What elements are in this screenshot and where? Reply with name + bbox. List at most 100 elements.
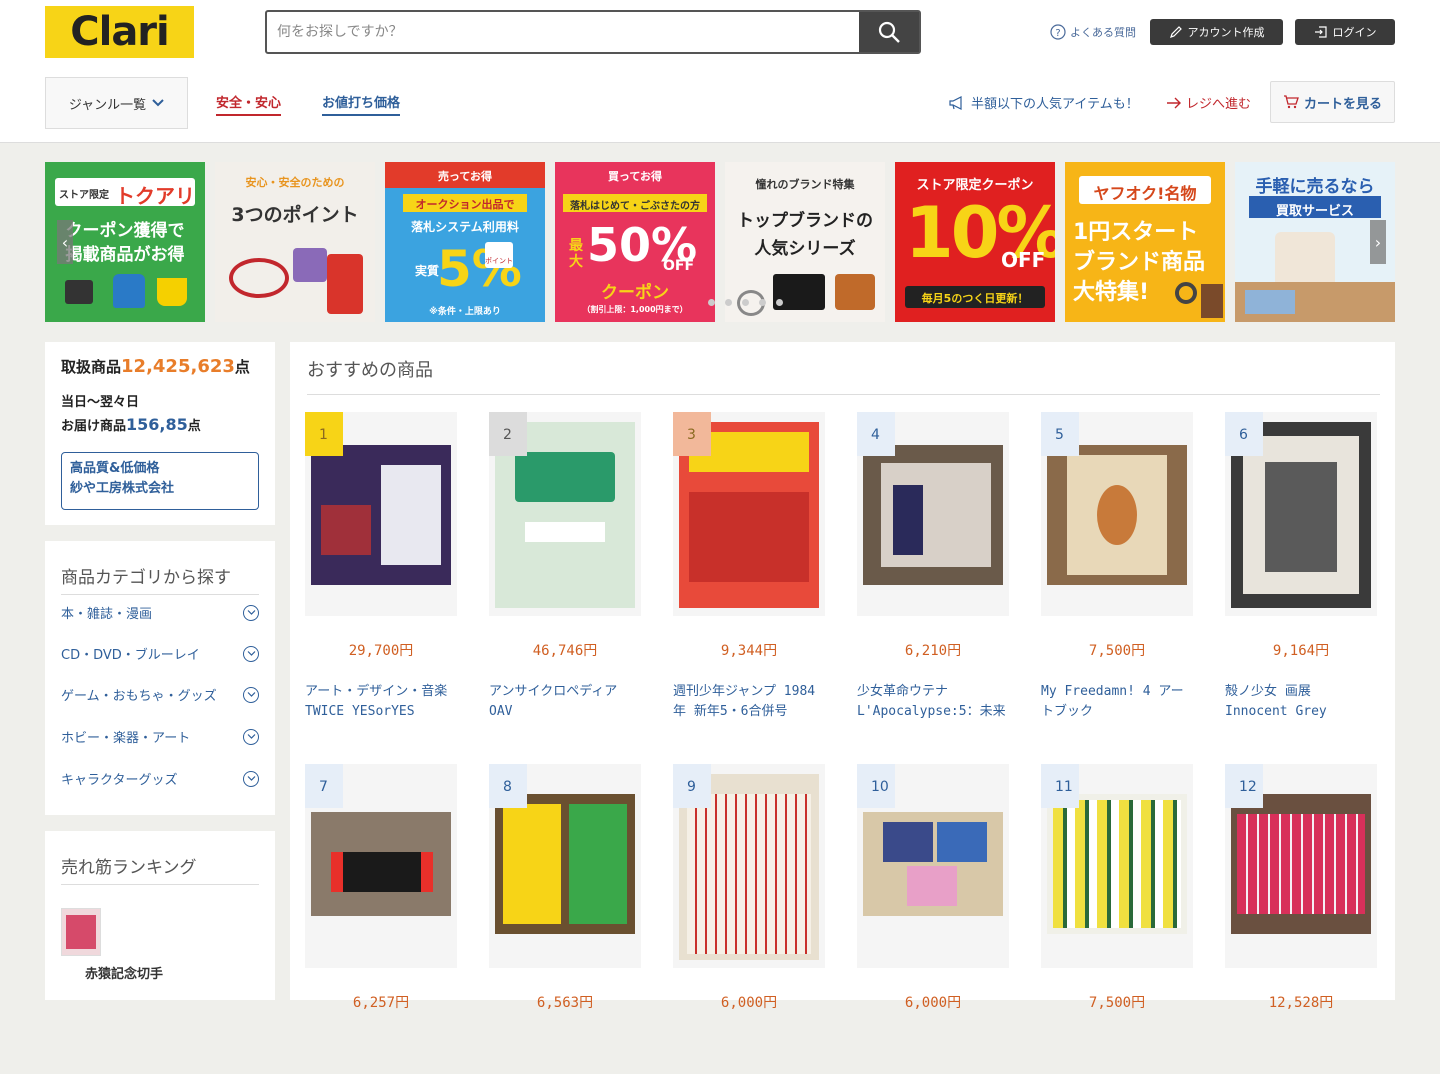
rank-badge: 6 <box>1225 412 1263 456</box>
pencil-icon <box>1169 26 1182 38</box>
product-name[interactable] <box>305 1034 457 1074</box>
chevron-left-icon: ‹ <box>61 232 69 252</box>
search-bar <box>265 10 921 54</box>
product-price: 6,257円 <box>352 995 410 1011</box>
carousel-dot[interactable] <box>708 299 715 306</box>
product-name[interactable]: 少女革命ウテナ L'Apocalypse:5：未来 <box>857 682 1009 722</box>
product-price: 12,528円 <box>1268 995 1334 1011</box>
faq-link[interactable]: ? よくある質問 <box>1050 22 1136 42</box>
category-label: キャラクターグッズ <box>61 773 178 788</box>
rank-badge: 12 <box>1225 764 1263 808</box>
banner-text: オークション出品で <box>415 198 515 211</box>
category-item-character[interactable]: キャラクターグッズ <box>61 769 259 788</box>
product-name[interactable]: My Freedamn! 4 アートブック <box>1041 682 1193 722</box>
banner-text: ヤフオク!名物 <box>1093 184 1197 203</box>
category-box: 商品カテゴリから探す 本・雑誌・漫画 CD・DVD・ブルーレイ ゲーム・おもちゃ… <box>45 541 275 815</box>
ranking-box: 売れ筋ランキング 赤猿記念切手 <box>45 831 275 1000</box>
category-item-games[interactable]: ゲーム・おもちゃ・グッズ <box>61 685 259 704</box>
svg-text:?: ? <box>1055 28 1060 39</box>
product-name[interactable] <box>857 1034 1009 1074</box>
carousel-dot[interactable] <box>742 299 749 306</box>
banner-coupon[interactable]: ストア限定クーポン 10% OFF 毎月5のつく日更新！ <box>895 162 1055 322</box>
banner-text: ブランド商品 <box>1073 250 1206 275</box>
banner-buy[interactable]: 買ってお得 落札はじめて・ごぶさたの方 最大 50% OFF クーポン （割引上… <box>555 162 715 322</box>
banner-yahoo[interactable]: ヤフオク!名物 1円スタート ブランド商品 大特集! <box>1065 162 1225 322</box>
clari-logo[interactable]: Clari <box>45 6 194 58</box>
banner-text: ストア限定 <box>59 190 109 201</box>
category-item-hobby[interactable]: ホビー・楽器・アート <box>61 727 259 746</box>
banner-brand[interactable]: 憧れのブランド特集 トップブランドの 人気シリーズ <box>725 162 885 322</box>
rank-badge: 9 <box>673 764 711 808</box>
product-name[interactable] <box>673 1034 825 1074</box>
rank-badge: 3 <box>673 412 711 456</box>
product-price: 9,164円 <box>1272 643 1330 659</box>
banner-text: 1円スタート <box>1073 220 1199 245</box>
carousel-dot[interactable] <box>725 299 732 306</box>
item-count-value: 12,425,623 <box>121 356 235 377</box>
nav-safe-link[interactable]: 安全・安心 <box>216 92 282 116</box>
category-label: ゲーム・おもちゃ・グッズ <box>61 689 217 704</box>
login-label: ログイン <box>1332 26 1377 39</box>
banner-sell[interactable]: 売ってお得 オークション出品で 落札システム利用料 実質 5% ポイント ※条件… <box>385 162 545 322</box>
category-item-cd-dvd[interactable]: CD・DVD・ブルーレイ <box>61 644 259 663</box>
carousel-dot[interactable] <box>776 299 783 306</box>
delivery-count: 156,85 <box>126 415 188 434</box>
search-input[interactable] <box>267 12 859 52</box>
banner-safety[interactable]: 安心・安全のための 3つのポイント <box>215 162 375 322</box>
product-name[interactable] <box>1041 1034 1193 1074</box>
search-icon <box>878 21 900 43</box>
rank-badge: 5 <box>1041 412 1079 456</box>
category-label: CD・DVD・ブルーレイ <box>61 648 200 663</box>
product-price: 6,000円 <box>904 995 962 1011</box>
banner-text: （割引上限：1,000円まで） <box>582 305 688 314</box>
banner-text: ※条件・上限あり <box>429 307 501 317</box>
cart-icon <box>1283 95 1299 109</box>
product-name[interactable]: 殻ノ少女 画展 Innocent Grey <box>1225 682 1377 722</box>
faq-label: よくある質問 <box>1070 26 1136 39</box>
genre-label: ジャンル一覧 <box>68 97 147 113</box>
carousel-dot[interactable] <box>759 299 766 306</box>
create-account-button[interactable]: アカウント作成 <box>1150 19 1283 45</box>
company-link[interactable]: 高品質&低価格 紗や工房株式会社 <box>61 452 259 510</box>
ranking-item-name[interactable]: 赤猿記念切手 <box>85 963 163 982</box>
product-name[interactable]: アート・デザイン・音楽 TWICE YESorYES TWICE <box>305 682 457 722</box>
banner-text: クーポン <box>601 283 669 303</box>
nav-deal-link[interactable]: お値打ち価格 <box>322 92 401 116</box>
banner-text: 大特集! <box>1073 280 1150 305</box>
product-price: 46,746円 <box>532 643 598 659</box>
ranking-item-thumbnail[interactable] <box>61 908 101 956</box>
carousel-prev-button[interactable]: ‹ <box>57 220 73 264</box>
banner-text: OFF <box>1001 248 1046 272</box>
banner-text: 人気シリーズ <box>754 239 856 259</box>
rank-badge: 11 <box>1041 764 1079 808</box>
banner-text: 落札システム利用料 <box>411 220 519 234</box>
checkout-label: レジへ進む <box>1186 97 1252 112</box>
product-name[interactable] <box>1225 1034 1377 1074</box>
promo-link[interactable]: 半額以下の人気アイテムも！ <box>948 93 1139 112</box>
header: Clari ? よくある質問 アカウント作成 ログイン ジャンル一覧 安全・安心… <box>0 0 1440 143</box>
cart-button[interactable]: カートを見る <box>1270 81 1395 123</box>
genre-dropdown[interactable]: ジャンル一覧 <box>45 77 188 129</box>
create-account-label: アカウント作成 <box>1187 26 1265 39</box>
banner-text: 安心・安全のための <box>245 176 345 189</box>
company-tagline: 高品質&低価格 <box>70 461 160 476</box>
divider <box>307 394 1380 395</box>
product-price: 29,700円 <box>348 643 414 659</box>
banner-text: 3つのポイント <box>231 204 359 226</box>
banner-text: ストア限定クーポン <box>916 178 1034 193</box>
carousel-next-button[interactable]: › <box>1370 220 1386 264</box>
banner-text: 実質 <box>415 264 440 278</box>
product-name[interactable]: 週刊少年ジャンプ 1984年 新年5・6合併号 <box>673 682 825 722</box>
carousel-dots <box>708 299 783 306</box>
search-button[interactable] <box>859 12 919 52</box>
checkout-link[interactable]: レジへ進む <box>1166 93 1251 112</box>
banner-text: 憧れのブランド特集 <box>755 178 855 191</box>
product-name[interactable]: アンサイクロペディア OAV <box>489 682 641 722</box>
product-name[interactable] <box>489 1034 641 1074</box>
banner-text: トクアリ <box>115 184 195 208</box>
login-button[interactable]: ログイン <box>1295 19 1395 45</box>
delivery-unit: 点 <box>187 419 201 434</box>
arrow-right-icon <box>1167 97 1181 108</box>
chevron-down-icon <box>243 728 259 745</box>
category-item-books[interactable]: 本・雑誌・漫画 <box>61 603 259 622</box>
